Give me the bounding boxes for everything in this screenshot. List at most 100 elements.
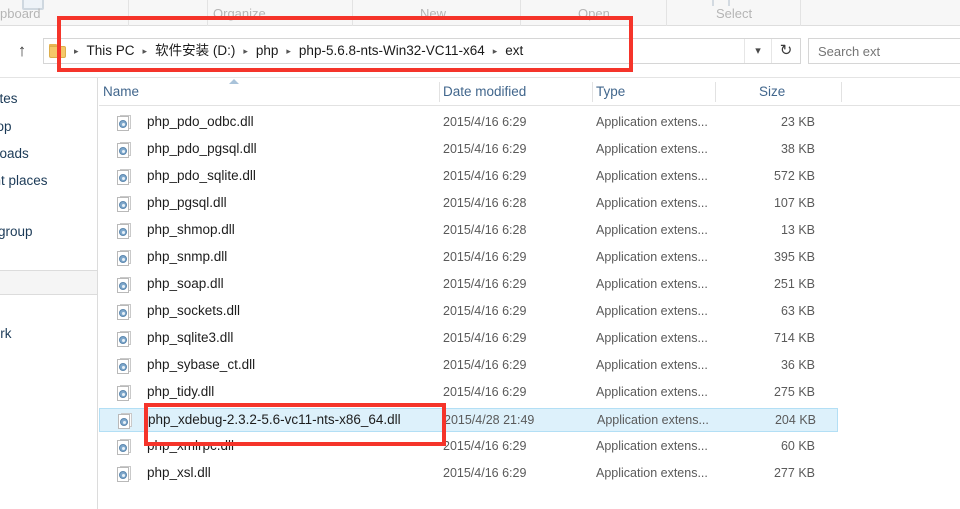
- sidebar-item-downloads[interactable]: Downloads: [0, 141, 97, 166]
- file-size-cell: 38 KB: [780, 142, 815, 156]
- table-row[interactable]: php_sqlite3.dll 2015/4/16 6:29 Application…: [99, 327, 839, 351]
- file-date-cell: 2015/4/16 6:28: [443, 196, 527, 210]
- file-name-cell: php_shmop.dll: [147, 222, 235, 237]
- file-size-cell: 395 KB: [773, 250, 815, 264]
- column-header-row: Name Date modified Type Size: [99, 78, 960, 106]
- file-date-cell: 2015/4/16 6:29: [443, 142, 527, 156]
- file-name-cell: php_pdo_sqlite.dll: [147, 168, 256, 183]
- table-row[interactable]: php_xdebug-2.3.2-5.6-vc11-nts-x86_64.dll…: [99, 408, 838, 432]
- file-type-cell: Application extens...: [596, 466, 708, 480]
- file-date-cell: 2015/4/16 6:29: [443, 304, 527, 318]
- column-resize-handle[interactable]: [841, 82, 842, 102]
- file-name-cell: php_soap.dll: [147, 276, 224, 291]
- table-row[interactable]: php_sybase_ct.dll 2015/4/16 6:29 Applicati…: [99, 354, 839, 378]
- file-date-cell: 2015/4/16 6:29: [443, 331, 527, 345]
- file-type-cell: Application extens...: [596, 169, 708, 183]
- table-row[interactable]: php_sockets.dll 2015/4/16 6:29 Application…: [99, 300, 839, 324]
- file-type-cell: Application extens...: [596, 196, 708, 210]
- column-header-size[interactable]: Size: [759, 84, 785, 99]
- file-size-cell: 60 KB: [780, 439, 815, 453]
- file-name-cell: php_sqlite3.dll: [147, 330, 234, 345]
- file-name-cell: php_pdo_odbc.dll: [147, 114, 254, 129]
- dll-file-icon: [117, 439, 132, 456]
- sidebar-item-recent-places[interactable]: Recent places: [0, 168, 97, 193]
- file-type-cell: Application extens...: [596, 250, 708, 264]
- address-bar[interactable]: ▸ This PC ▸ 软件安装 (D:) ▸ php ▸ php-5.6.8-nts-Win…: [43, 38, 801, 64]
- file-size-cell: 36 KB: [780, 358, 815, 372]
- file-date-cell: 2015/4/16 6:29: [443, 115, 527, 129]
- column-resize-handle[interactable]: [439, 82, 440, 102]
- breadcrumb-separator-icon: ▸: [286, 46, 291, 56]
- address-bar-row: ↑ ▸ This PC ▸ 软件安装 (D:) ▸ php ▸ php-5.6.8-nts-W…: [0, 26, 960, 78]
- file-date-cell: 2015/4/16 6:29: [443, 250, 527, 264]
- file-type-cell: Application extens...: [597, 413, 709, 427]
- sort-ascending-icon: [229, 79, 239, 84]
- dll-file-icon: [117, 358, 132, 375]
- dll-file-icon: [117, 115, 132, 132]
- column-header-date-modified[interactable]: Date modified: [443, 84, 526, 99]
- search-box[interactable]: [808, 38, 960, 64]
- dll-file-icon: [117, 331, 132, 348]
- breadcrumb-separator-icon: ▸: [142, 46, 148, 56]
- file-date-cell: 2015/4/16 6:29: [443, 439, 527, 453]
- ribbon-group-organize: Organize: [213, 6, 266, 21]
- sidebar-item-favorites[interactable]: Favorites: [0, 86, 97, 111]
- table-row[interactable]: php_pdo_pgsql.dll 2015/4/16 6:29 Applicati…: [99, 138, 839, 162]
- dll-file-icon: [117, 142, 132, 159]
- table-row[interactable]: php_pdo_sqlite.dll 2015/4/16 6:29 Applicat…: [99, 165, 839, 189]
- file-date-cell: 2015/4/16 6:29: [443, 466, 527, 480]
- ribbon-group-pboard: pboard: [0, 6, 41, 21]
- arrow-up-icon[interactable]: ↑: [11, 40, 33, 62]
- file-type-cell: Application extens...: [596, 331, 708, 345]
- table-row[interactable]: php_pdo_odbc.dll 2015/4/16 6:29 Applicatio…: [99, 111, 839, 135]
- sidebar-item-this-pc[interactable]: [0, 270, 97, 295]
- file-list-pane: Name Date modified Type Size php_pdo_odb…: [99, 78, 960, 509]
- file-size-cell: 204 KB: [774, 413, 816, 427]
- breadcrumb-item-2[interactable]: 软件安装 (D:): [152, 39, 238, 63]
- file-type-cell: Application extens...: [596, 115, 708, 129]
- breadcrumb: ▸ This PC ▸ 软件安装 (D:) ▸ php ▸ php-5.6.8-nts-Win…: [69, 39, 526, 63]
- table-row[interactable]: php_tidy.dll 2015/4/16 6:29 Application ex…: [99, 381, 839, 405]
- breadcrumb-item-4[interactable]: php-5.6.8-nts-Win32-VC11-x64: [296, 39, 488, 63]
- breadcrumb-item-5[interactable]: ext: [502, 39, 526, 63]
- table-row[interactable]: php_xsl.dll 2015/4/16 6:29 Application ext…: [99, 462, 839, 486]
- table-row[interactable]: php_xmlrpc.dll 2015/4/16 6:29 Application …: [99, 435, 839, 459]
- table-row[interactable]: php_snmp.dll 2015/4/16 6:29 Application ex…: [99, 246, 839, 270]
- table-row[interactable]: php_shmop.dll 2015/4/16 6:28 Application e…: [99, 219, 839, 243]
- file-type-cell: Application extens...: [596, 385, 708, 399]
- breadcrumb-item-3[interactable]: php: [253, 39, 282, 63]
- refresh-icon[interactable]: ↻: [771, 39, 800, 63]
- file-type-cell: Application extens...: [596, 304, 708, 318]
- ribbon-group-open: Open: [578, 6, 610, 21]
- file-name-cell: php_snmp.dll: [147, 249, 228, 264]
- file-date-cell: 2015/4/28 21:49: [444, 413, 535, 427]
- ribbon-separator: [520, 0, 521, 26]
- column-header-name[interactable]: Name: [103, 84, 139, 99]
- file-size-cell: 63 KB: [780, 304, 815, 318]
- breadcrumb-item-1[interactable]: This PC: [84, 39, 138, 63]
- chevron-down-icon[interactable]: ▾: [744, 39, 771, 63]
- file-name-cell: php_pdo_pgsql.dll: [147, 141, 257, 156]
- file-size-cell: 251 KB: [773, 277, 815, 291]
- column-resize-handle[interactable]: [592, 82, 593, 102]
- dll-file-icon: [117, 304, 132, 321]
- table-row[interactable]: php_soap.dll 2015/4/16 6:29 Application ex…: [99, 273, 839, 297]
- sidebar-item-homegroup[interactable]: Homegroup: [0, 219, 97, 244]
- dll-file-icon: [117, 169, 132, 186]
- sidebar-item-network[interactable]: Network: [0, 321, 97, 346]
- dll-file-icon: [118, 413, 133, 430]
- search-input[interactable]: [809, 39, 960, 63]
- column-header-type[interactable]: Type: [596, 84, 625, 99]
- file-date-cell: 2015/4/16 6:29: [443, 358, 527, 372]
- file-size-cell: 107 KB: [773, 196, 815, 210]
- file-size-cell: 277 KB: [773, 466, 815, 480]
- sidebar-item-desktop[interactable]: Desktop: [0, 114, 97, 139]
- dll-file-icon: [117, 277, 132, 294]
- file-date-cell: 2015/4/16 6:28: [443, 223, 527, 237]
- ribbon-separator: [666, 0, 667, 26]
- table-row[interactable]: php_pgsql.dll 2015/4/16 6:28 Application e…: [99, 192, 839, 216]
- column-resize-handle[interactable]: [715, 82, 716, 102]
- breadcrumb-separator-icon: ▸: [492, 46, 498, 56]
- file-type-cell: Application extens...: [596, 223, 708, 237]
- file-type-cell: Application extens...: [596, 277, 708, 291]
